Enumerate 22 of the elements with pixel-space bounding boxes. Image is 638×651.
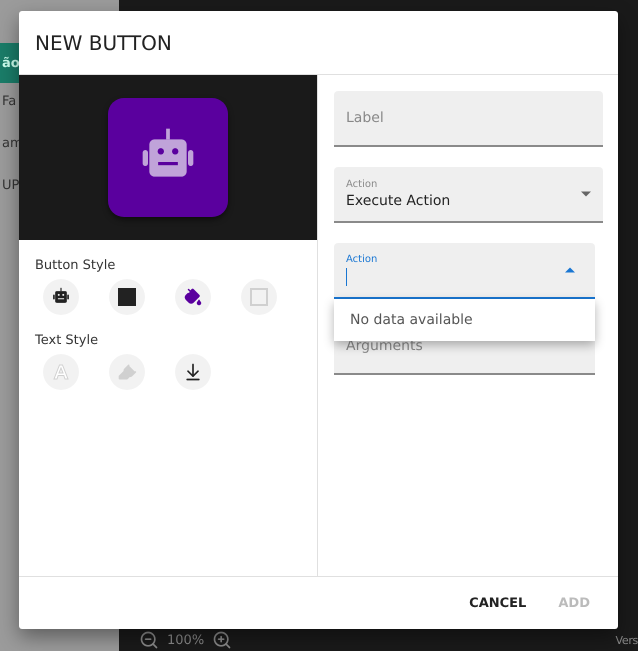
zoom-in-icon[interactable]: [212, 630, 232, 650]
section-label: Button Style: [35, 258, 116, 273]
version-text: Vers: [616, 634, 638, 646]
action-autocomplete[interactable]: Action: [334, 243, 595, 299]
section-label: Text Style: [35, 333, 100, 348]
style-option[interactable]: [175, 279, 211, 315]
paint-bucket-icon: [184, 288, 202, 306]
dropdown-caret-icon: [565, 267, 575, 273]
dialog-button[interactable]: CANCEL: [461, 588, 534, 618]
style-option[interactable]: [43, 279, 79, 315]
menu-item[interactable]: No data available: [334, 299, 595, 341]
style-option[interactable]: [175, 354, 211, 390]
zoom-out-icon[interactable]: [139, 630, 159, 650]
text-field[interactable]: Label: [334, 91, 603, 147]
dropdown-caret-icon: [581, 191, 591, 197]
style-option[interactable]: [109, 279, 145, 315]
marker-icon: [117, 362, 137, 382]
action-select[interactable]: Action Execute Action: [334, 167, 603, 223]
zoom-level: 100%: [167, 632, 204, 648]
square-icon: [118, 288, 136, 306]
square-outline-icon: [250, 288, 268, 306]
letter-icon: [53, 364, 69, 380]
